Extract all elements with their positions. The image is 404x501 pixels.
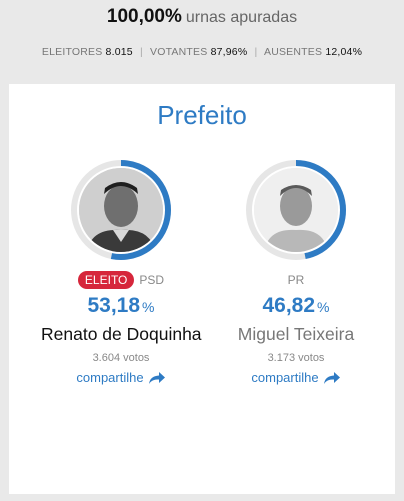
urnas-percent: 100,00% bbox=[106, 6, 182, 27]
party-label: PSD bbox=[139, 273, 165, 287]
share-link[interactable]: compartilhe bbox=[216, 370, 376, 385]
candidate-name: Miguel Teixeira bbox=[237, 324, 355, 344]
share-arrow-icon bbox=[323, 371, 340, 384]
share-link[interactable]: compartilhe bbox=[41, 370, 201, 385]
vote-count: 3.173 votos bbox=[267, 352, 325, 364]
share-arrow-icon bbox=[148, 371, 165, 384]
elected-badge: ELEITO bbox=[77, 271, 135, 289]
eleitores-value: 8.015 bbox=[105, 46, 133, 58]
results-summary: 100,00% urnas apuradas ELEITORES 8.015 | … bbox=[0, 0, 404, 85]
apuracao-headline: 100,00% urnas apuradas bbox=[0, 6, 404, 28]
eleitores-label: ELEITORES bbox=[41, 46, 103, 58]
urnas-label: urnas apuradas bbox=[185, 9, 298, 26]
percent-value: 53,18 bbox=[87, 294, 141, 317]
candidate-photo bbox=[79, 168, 163, 252]
candidate-percent: 53,18% bbox=[41, 294, 201, 318]
divider: | bbox=[254, 46, 258, 58]
badge-line: ELEITO PSD bbox=[41, 270, 201, 290]
mayor-results-card: Prefeito ELEITO PSD 53,18% Renato de Doq… bbox=[9, 84, 395, 494]
turnout-stats: ELEITORES 8.015 | VOTANTES 87,96% | AUSE… bbox=[0, 46, 404, 58]
candidate-name: Renato de Doquinha bbox=[41, 324, 202, 344]
candidate-card: ELEITO PSD 53,18% Renato de Doquinha 3.60… bbox=[41, 158, 202, 385]
candidate-percent: 46,82% bbox=[216, 294, 376, 318]
percent-value: 46,82 bbox=[262, 294, 316, 317]
office-title: Prefeito bbox=[157, 100, 247, 130]
share-label: compartilhe bbox=[251, 370, 319, 385]
votantes-value: 87,96% bbox=[210, 46, 248, 58]
badge-line: PR bbox=[216, 270, 376, 290]
votantes-label: VOTANTES bbox=[150, 46, 208, 58]
vote-share-ring bbox=[69, 158, 173, 262]
candidate-card: PR 46,82% Miguel Teixeira 3.173 votos co… bbox=[216, 158, 376, 385]
party-label: PR bbox=[287, 273, 305, 287]
ausentes-label: AUSENTES bbox=[263, 46, 323, 58]
candidate-photo bbox=[254, 168, 338, 252]
ausentes-value: 12,04% bbox=[325, 46, 363, 58]
vote-count: 3.604 votos bbox=[92, 352, 150, 364]
share-label: compartilhe bbox=[76, 370, 144, 385]
divider: | bbox=[139, 46, 143, 58]
vote-share-ring bbox=[244, 158, 348, 262]
percent-unit: % bbox=[317, 299, 330, 315]
percent-unit: % bbox=[142, 299, 155, 315]
